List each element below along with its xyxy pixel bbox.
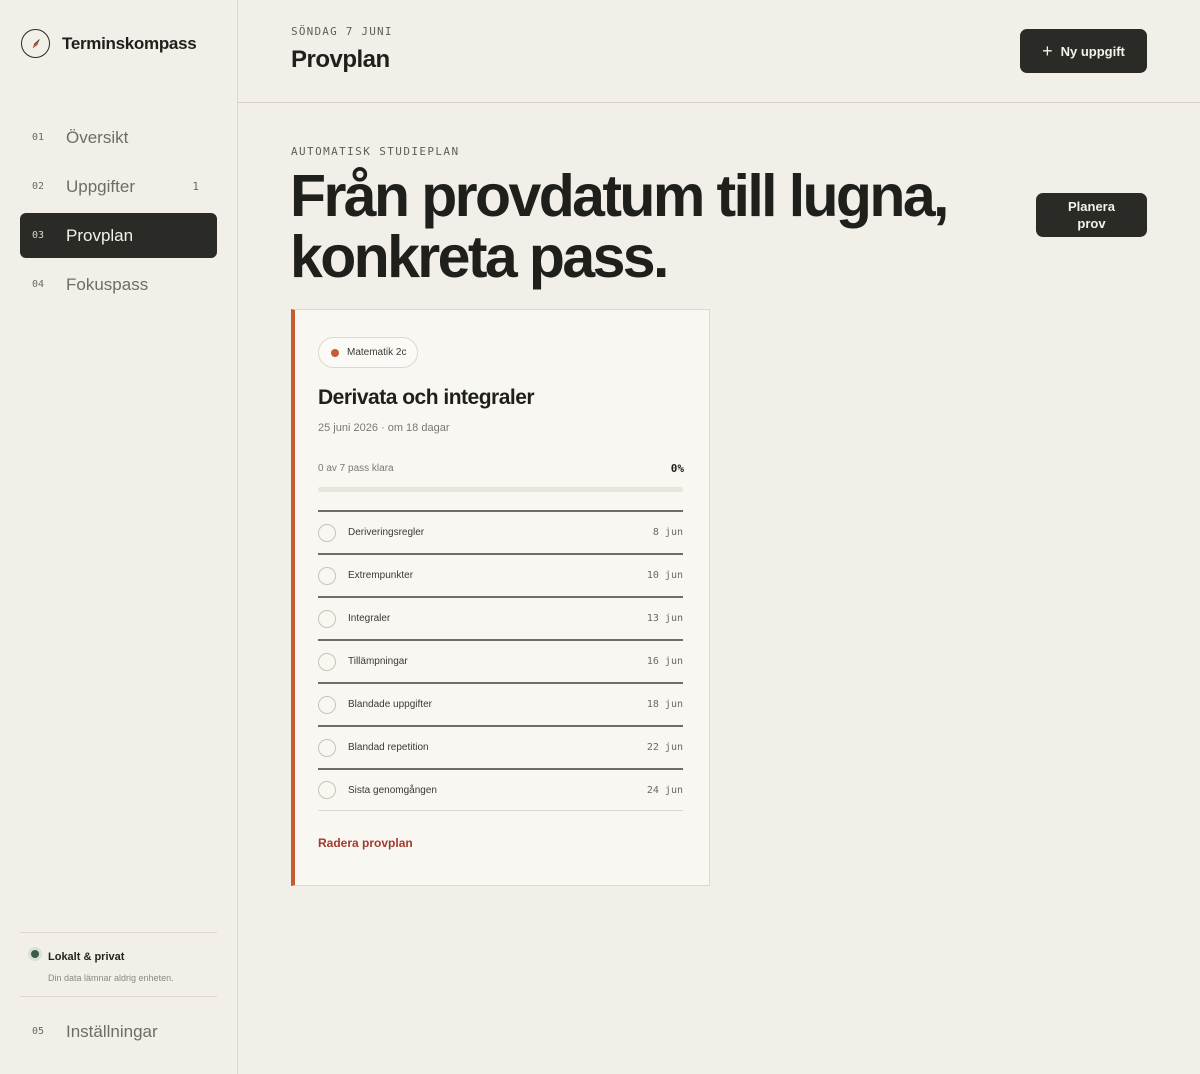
app: Terminskompass 01 Översikt 02 Uppgifter … bbox=[0, 0, 1200, 1074]
nav-number: 03 bbox=[32, 230, 45, 241]
plus-icon: + bbox=[1042, 41, 1053, 61]
checkbox-circle-icon[interactable] bbox=[318, 652, 336, 671]
session-name: Blandad repetition bbox=[348, 742, 429, 753]
sidebar-item-uppgifter[interactable]: 02 Uppgifter 1 bbox=[20, 164, 217, 209]
progress-percent: 0% bbox=[670, 462, 684, 475]
nav-number: 02 bbox=[32, 181, 45, 192]
session-name: Deriveringsregler bbox=[348, 527, 425, 538]
top-bar: SÖNDAG 7 JUNI Provplan + Ny uppgift bbox=[238, 0, 1200, 103]
session-name: Blandade uppgifter bbox=[348, 699, 432, 710]
status-dot-icon bbox=[31, 950, 39, 958]
hero-heading: Från provdatum till lugna, konkreta pass… bbox=[290, 166, 990, 288]
session-name: Sista genomgången bbox=[348, 784, 437, 796]
count-badge: 1 bbox=[192, 180, 199, 193]
exam-date: 25 juni 2026 · om 18 dagar bbox=[318, 422, 450, 434]
checkbox-circle-icon[interactable] bbox=[318, 695, 336, 714]
session-date: 22 jun bbox=[646, 742, 683, 753]
sidebar-item-oversikt[interactable]: 01 Översikt bbox=[20, 115, 217, 160]
brand[interactable]: Terminskompass bbox=[21, 29, 197, 58]
subject-tag: Matematik 2c bbox=[318, 337, 419, 368]
page-title: Provplan bbox=[291, 46, 390, 73]
compass-icon bbox=[21, 29, 50, 58]
progress-label: 0 av 7 pass klara bbox=[318, 463, 394, 474]
current-date: SÖNDAG 7 JUNI bbox=[291, 25, 393, 38]
session-date: 24 jun bbox=[646, 784, 683, 796]
sidebar-item-installningar[interactable]: 05 Inställningar bbox=[20, 1009, 217, 1054]
nav-label: Inställningar bbox=[66, 1021, 158, 1041]
main-nav: 01 Översikt 02 Uppgifter 1 03 Provplan 0… bbox=[20, 115, 217, 311]
session-date: 16 jun bbox=[646, 656, 683, 667]
settings-nav: 05 Inställningar bbox=[20, 1009, 217, 1058]
session-row[interactable]: Deriveringsregler 8 jun bbox=[318, 510, 683, 553]
session-date: 13 jun bbox=[646, 613, 683, 624]
nav-number: 05 bbox=[32, 1026, 45, 1037]
session-row[interactable]: Integraler 13 jun bbox=[318, 596, 683, 639]
exam-title: Derivata och integraler bbox=[318, 386, 535, 409]
subject-dot-icon bbox=[331, 348, 339, 357]
privacy-notice: Lokalt & privat Din data lämnar aldrig e… bbox=[20, 932, 217, 997]
session-row[interactable]: Sista genomgången 24 jun bbox=[318, 768, 683, 811]
session-row[interactable]: Blandade uppgifter 18 jun bbox=[318, 682, 683, 725]
privacy-subtitle: Din data lämnar aldrig enheten. bbox=[48, 973, 174, 983]
session-date: 18 jun bbox=[646, 699, 683, 710]
session-row[interactable]: Extrempunkter 10 jun bbox=[318, 553, 683, 596]
session-date: 8 jun bbox=[652, 527, 683, 538]
session-row[interactable]: Blandad repetition 22 jun bbox=[318, 725, 683, 768]
checkbox-circle-icon[interactable] bbox=[318, 566, 336, 585]
session-list: Deriveringsregler 8 jun Extrempunkter 10… bbox=[318, 510, 683, 811]
subject-label: Matematik 2c bbox=[347, 347, 407, 358]
progress-bar bbox=[318, 487, 683, 492]
privacy-title: Lokalt & privat bbox=[48, 951, 125, 963]
nav-label: Uppgifter bbox=[66, 176, 135, 196]
nav-label: Provplan bbox=[66, 225, 134, 245]
checkbox-circle-icon[interactable] bbox=[318, 781, 336, 799]
session-name: Integraler bbox=[348, 613, 391, 624]
nav-number: 04 bbox=[32, 279, 45, 290]
hero-line-2: konkreta pass. bbox=[290, 224, 669, 290]
main-content: SÖNDAG 7 JUNI Provplan + Ny uppgift AUTO… bbox=[238, 0, 1200, 1074]
brand-name: Terminskompass bbox=[62, 33, 197, 53]
sidebar-item-fokuspass[interactable]: 04 Fokuspass bbox=[20, 262, 217, 307]
new-task-button[interactable]: + Ny uppgift bbox=[1020, 29, 1147, 73]
session-date: 10 jun bbox=[646, 570, 683, 581]
exam-plan-card: Matematik 2c Derivata och integraler 25 … bbox=[291, 309, 710, 886]
session-name: Tillämpningar bbox=[348, 656, 408, 667]
hero-line-1: Från provdatum till lugna, bbox=[290, 163, 949, 229]
session-row[interactable]: Tillämpningar 16 jun bbox=[318, 639, 683, 682]
nav-label: Fokuspass bbox=[66, 274, 149, 294]
sidebar: Terminskompass 01 Översikt 02 Uppgifter … bbox=[0, 0, 238, 1074]
session-name: Extrempunkter bbox=[348, 570, 414, 581]
checkbox-circle-icon[interactable] bbox=[318, 523, 336, 542]
section-eyebrow: AUTOMATISK STUDIEPLAN bbox=[291, 145, 460, 158]
plan-exam-button[interactable]: Planera prov bbox=[1036, 193, 1147, 237]
new-task-label: Ny uppgift bbox=[1060, 43, 1125, 59]
checkbox-circle-icon[interactable] bbox=[318, 609, 336, 628]
checkbox-circle-icon[interactable] bbox=[318, 738, 336, 757]
sidebar-item-provplan[interactable]: 03 Provplan bbox=[20, 213, 217, 258]
nav-label: Översikt bbox=[66, 127, 129, 147]
delete-plan-button[interactable]: Radera provplan bbox=[318, 836, 413, 850]
nav-number: 01 bbox=[32, 132, 45, 143]
